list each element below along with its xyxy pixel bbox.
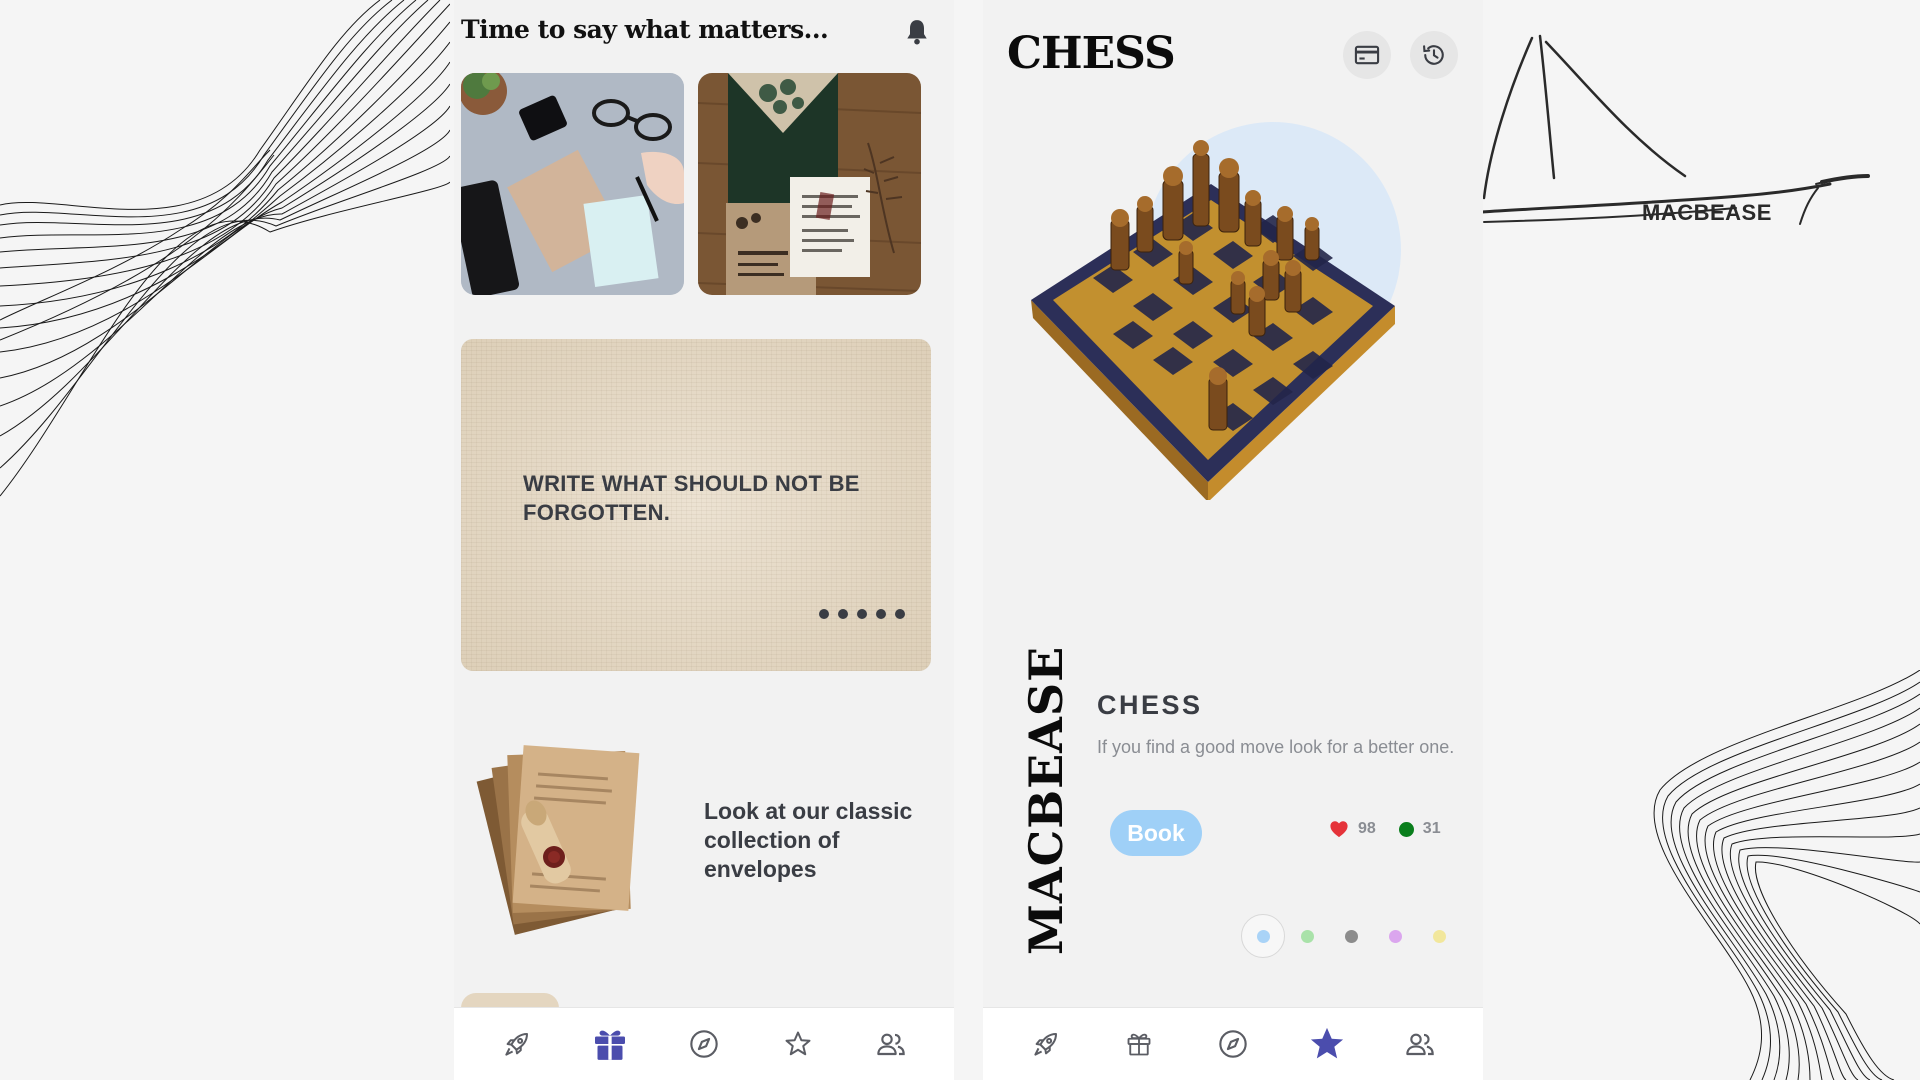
history-button[interactable] (1410, 31, 1458, 79)
nav-explore[interactable] (495, 1022, 539, 1066)
nav-gifts[interactable] (1117, 1022, 1161, 1066)
gift-icon (1127, 1033, 1151, 1056)
people-icon (877, 1033, 905, 1056)
online-count: 31 (1422, 820, 1441, 837)
color-selector (1241, 914, 1461, 958)
wedding-invitation-photo[interactable] (698, 73, 921, 295)
online-status-dot (1398, 821, 1414, 837)
gift-icon (595, 1030, 626, 1060)
invitation-photo-image (698, 73, 921, 295)
compass-icon (690, 1030, 718, 1058)
product-quote: If you find a good move look for a bette… (1097, 737, 1455, 757)
rocket-icon (1034, 1033, 1057, 1056)
nav-discover[interactable] (682, 1022, 726, 1066)
page-title: Time to say what matters... (461, 15, 829, 44)
heart-icon[interactable] (1329, 820, 1349, 838)
color-option-yellow[interactable] (1433, 930, 1446, 943)
bell-icon[interactable] (904, 18, 930, 46)
color-option-gray[interactable] (1345, 930, 1358, 943)
wave-decoration-top-left (0, 0, 450, 497)
star-icon (785, 1031, 811, 1056)
people-icon (1406, 1033, 1434, 1056)
desk-photo-image (461, 73, 684, 295)
carousel-dot[interactable] (876, 609, 886, 619)
nav-gifts[interactable] (588, 1022, 632, 1066)
rocket-icon (505, 1033, 528, 1056)
star-icon (1310, 1027, 1343, 1059)
carousel-dot[interactable] (857, 609, 867, 619)
carousel-dot[interactable] (819, 609, 829, 619)
wallet-button[interactable] (1343, 31, 1391, 79)
nav-community[interactable] (1398, 1022, 1442, 1066)
logo-text: MACBEASE (1642, 200, 1772, 225)
book-button[interactable]: Book (1110, 810, 1202, 856)
carousel-dot[interactable] (838, 609, 848, 619)
color-option-purple[interactable] (1389, 930, 1402, 943)
carousel-dot[interactable] (895, 609, 905, 619)
likes-count: 98 (1358, 820, 1376, 837)
card-icon (1354, 45, 1380, 65)
color-option-blue[interactable] (1257, 930, 1270, 943)
brand-vertical-text: MACBEASE (1019, 645, 1073, 955)
chess-board-image (1031, 122, 1401, 500)
old-letters-image[interactable] (474, 735, 654, 945)
envelope-app-screen: Time to say what matters... WRITE WHAT S… (454, 0, 954, 1080)
nav-explore[interactable] (1024, 1022, 1068, 1066)
nav-favorites[interactable] (1305, 1022, 1349, 1066)
macbease-logo: MACBEASE (1480, 28, 1870, 238)
color-option-green[interactable] (1301, 930, 1314, 943)
hero-carousel-card[interactable]: WRITE WHAT SHOULD NOT BE FORGOTTEN. (461, 339, 931, 671)
nav-community[interactable] (869, 1022, 913, 1066)
product-name: CHESS (1097, 690, 1203, 720)
wave-decoration-bottom-right (1653, 670, 1920, 1080)
nav-favorites[interactable] (776, 1022, 820, 1066)
collection-promo-text[interactable]: Look at our classic collection of envelo… (704, 797, 924, 884)
bottom-navigation (983, 1007, 1483, 1080)
chess-app-screen: CHESS MACBEASE CHESS If you find a good … (983, 0, 1483, 1080)
compass-icon (1219, 1030, 1247, 1058)
desk-stationery-photo[interactable] (461, 73, 684, 295)
product-stats: 98 31 (1329, 820, 1441, 838)
nav-discover[interactable] (1211, 1022, 1255, 1066)
history-icon (1423, 45, 1444, 65)
bottom-navigation (454, 1007, 954, 1080)
carousel-pager[interactable] (819, 609, 905, 619)
hero-text: WRITE WHAT SHOULD NOT BE FORGOTTEN. (523, 471, 860, 525)
page-title: CHESS (1007, 28, 1176, 79)
